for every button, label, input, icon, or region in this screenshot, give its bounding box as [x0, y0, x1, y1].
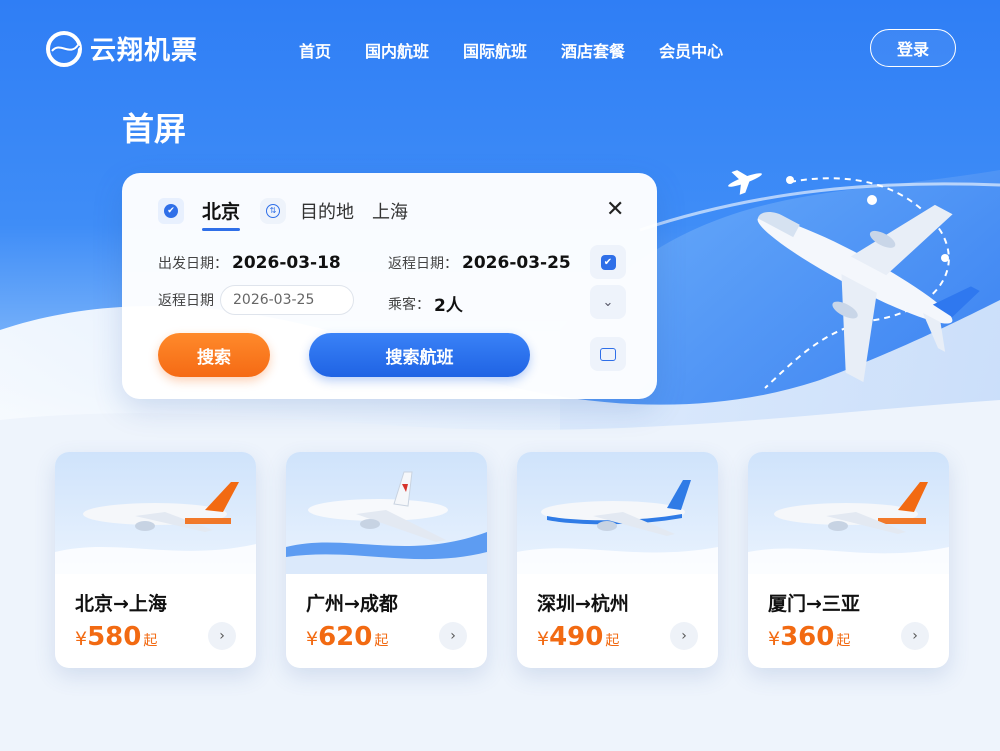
airplane-photo: [55, 452, 256, 574]
logo-swirl-icon: [46, 30, 82, 67]
nav-item-international[interactable]: 国际航班: [446, 38, 544, 62]
swap-cities-button[interactable]: ⇅: [260, 197, 287, 224]
route-selector: ✔ 北京 ⇅ 目的地 上海: [158, 197, 408, 231]
nav-item-domestic[interactable]: 国内航班: [348, 38, 446, 62]
currency-symbol: ¥: [537, 628, 550, 650]
deal-route: 厦门→三亚: [768, 593, 860, 615]
deal-price: ¥ 360 起: [768, 622, 850, 652]
airplane-photo: [748, 452, 949, 574]
price-amount: 490: [549, 622, 604, 652]
deal-route: 广州→成都: [306, 593, 398, 615]
depart-date-value: 2026-03-18: [232, 253, 341, 273]
airplane-photo: [517, 452, 718, 574]
price-amount: 620: [318, 622, 373, 652]
return-date-label: 返程日期：: [388, 256, 458, 272]
login-button[interactable]: 登录: [870, 29, 956, 67]
expand-options-button[interactable]: ⌄: [590, 285, 626, 319]
roundtrip-toggle[interactable]: ✔: [590, 245, 626, 279]
currency-symbol: ¥: [306, 628, 319, 650]
brand-logo[interactable]: 云翔机票: [46, 30, 198, 67]
destination-city[interactable]: 上海: [372, 198, 408, 224]
price-amount: 580: [87, 622, 142, 652]
deal-card[interactable]: 深圳→杭州 ¥ 490 起 ›: [517, 452, 718, 668]
passengers-field[interactable]: 乘客： 2人: [388, 291, 463, 316]
origin-city[interactable]: 北京: [202, 197, 241, 231]
price-suffix: 起: [836, 633, 851, 649]
deal-route: 深圳→杭州: [537, 593, 629, 615]
deal-price: ¥ 490 起: [537, 622, 619, 652]
price-amount: 360: [780, 622, 835, 652]
deal-card[interactable]: 北京→上海 ¥ 580 起 ›: [55, 452, 256, 668]
brand-name: 云翔机票: [90, 36, 199, 66]
deal-card[interactable]: 厦门→三亚 ¥ 360 起 ›: [748, 452, 949, 668]
price-suffix: 起: [605, 633, 620, 649]
search-button[interactable]: 搜索: [158, 333, 270, 377]
message-icon: [600, 347, 616, 361]
price-suffix: 起: [143, 633, 158, 649]
deal-price: ¥ 580 起: [75, 622, 157, 652]
currency-symbol: ¥: [768, 628, 781, 650]
chevron-right-icon[interactable]: ›: [208, 622, 236, 650]
check-circle-icon: ✔: [164, 203, 178, 218]
chevron-right-icon[interactable]: ›: [901, 622, 929, 650]
page-title: 首屏: [122, 110, 187, 148]
depart-date-label: 出发日期：: [158, 256, 228, 272]
return-date-value: 2026-03-25: [462, 253, 571, 273]
nav-item-member[interactable]: 会员中心: [642, 38, 740, 62]
return-date-input-label: 返程日期: [158, 293, 214, 309]
deal-route: 北京→上海: [75, 593, 167, 615]
chevron-right-icon[interactable]: ›: [670, 622, 698, 650]
origin-check[interactable]: ✔: [158, 197, 184, 224]
chat-button[interactable]: [590, 337, 626, 371]
nav-item-hotel[interactable]: 酒店套餐: [544, 38, 642, 62]
nav-item-home[interactable]: 首页: [282, 38, 348, 62]
currency-symbol: ¥: [75, 628, 88, 650]
chevron-right-icon[interactable]: ›: [439, 622, 467, 650]
main-nav: 首页 国内航班 国际航班 酒店套餐 会员中心: [282, 38, 740, 62]
passengers-label: 乘客：: [388, 296, 430, 313]
deal-price: ¥ 620 起: [306, 622, 388, 652]
passengers-value: 2人: [434, 296, 463, 316]
return-date-field[interactable]: 返程日期： 2026-03-25: [388, 253, 571, 273]
destination-label: 目的地: [300, 201, 355, 223]
swap-icon: ⇅: [266, 203, 281, 218]
search-flights-button[interactable]: 搜索航班: [309, 333, 530, 377]
deal-cards: 北京→上海 ¥ 580 起 › 广州→成都 ¥ 620 起 › 深圳→杭州 ¥ …: [55, 452, 949, 668]
flight-search-panel: ✔ 北京 ⇅ 目的地 上海 ✕ 出发日期： 2026-03-18 返程日期： 2…: [122, 173, 657, 399]
close-icon[interactable]: ✕: [606, 199, 624, 221]
return-date-input[interactable]: [220, 285, 354, 315]
top-header: 云翔机票 首页 国内航班 国际航班 酒店套餐 会员中心 登录: [0, 0, 1000, 96]
chevron-down-icon: ⌄: [602, 294, 614, 310]
hero-airplane-illustration: [728, 170, 980, 389]
return-date-input-row: 返程日期: [158, 285, 354, 315]
price-suffix: 起: [374, 633, 389, 649]
airplane-photo: [286, 452, 487, 574]
deal-card[interactable]: 广州→成都 ¥ 620 起 ›: [286, 452, 487, 668]
checkbox-checked-icon: ✔: [600, 254, 616, 270]
depart-date-field[interactable]: 出发日期： 2026-03-18: [158, 253, 341, 273]
